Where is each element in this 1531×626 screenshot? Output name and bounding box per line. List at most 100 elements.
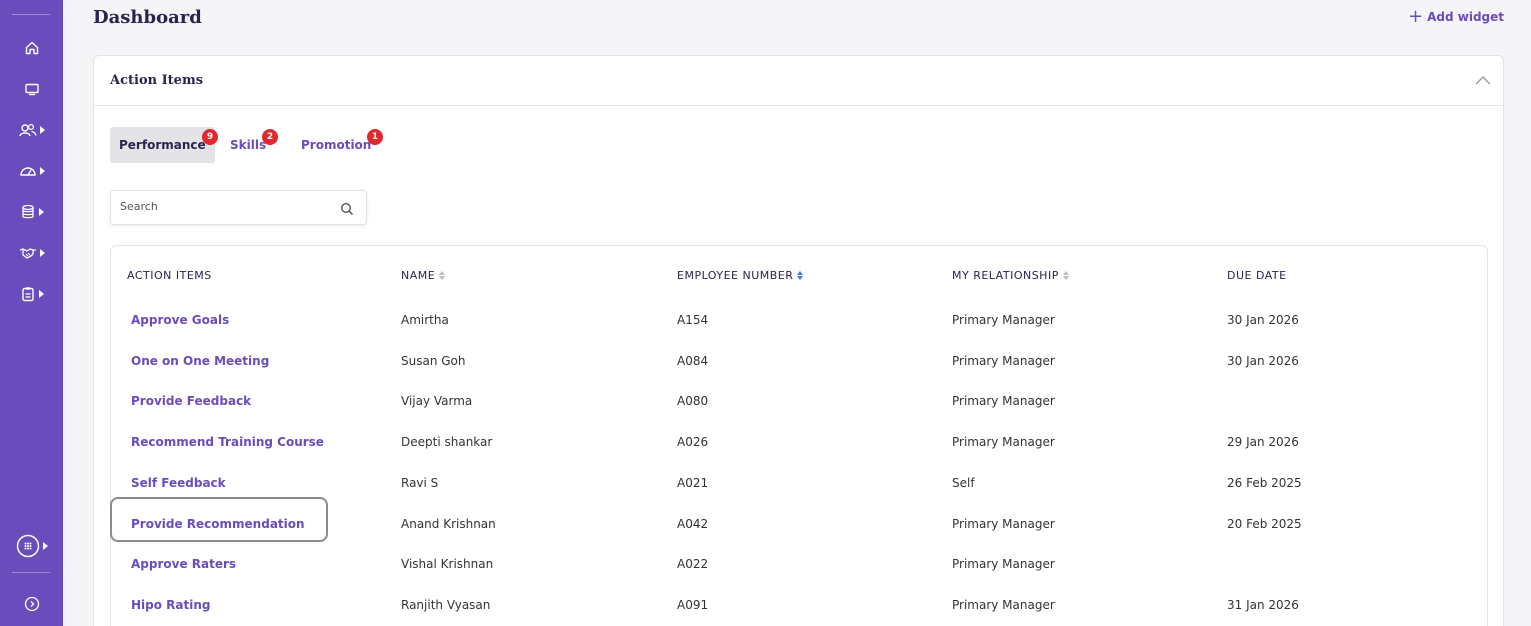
- column-header-label: NAME: [401, 269, 436, 282]
- relationship: Primary Manager: [952, 353, 1055, 368]
- sidebar-item-home[interactable]: [0, 35, 63, 61]
- handshake-icon: [19, 248, 36, 259]
- sidebar-expand-button[interactable]: [0, 591, 63, 617]
- gauge-icon: [19, 167, 36, 176]
- action-items-card: Action Items Performance 9 Skills 2 Prom…: [93, 55, 1504, 626]
- tab-skills[interactable]: Skills 2: [230, 127, 278, 163]
- due-date: 26 Feb 2025: [1227, 475, 1302, 490]
- column-header-label: ACTION ITEMS: [127, 269, 212, 282]
- employee-number: A021: [677, 475, 709, 490]
- table-row: Self Feedback Ravi S A021 Self 26 Feb 2025: [111, 464, 1487, 504]
- employee-name: Susan Goh: [401, 353, 466, 368]
- sidebar-item-records[interactable]: [0, 199, 63, 225]
- card-title: Action Items: [110, 73, 204, 88]
- relationship: Primary Manager: [952, 435, 1055, 450]
- relationship: Primary Manager: [952, 516, 1055, 531]
- employee-name: Ranjith Vyasan: [401, 597, 491, 612]
- add-widget-button[interactable]: + Add widget: [1408, 8, 1504, 26]
- employee-number: A084: [677, 353, 709, 368]
- tab-count-badge: 2: [262, 129, 278, 145]
- sidebar: [0, 0, 63, 626]
- tab-count-badge: 9: [202, 129, 218, 145]
- tab-label: Performance: [119, 138, 206, 152]
- column-header-due-date: DUE DATE: [1227, 269, 1287, 282]
- tab-performance[interactable]: Performance 9: [110, 127, 218, 163]
- caret-right-icon: [38, 290, 44, 298]
- employee-name: Vijay Varma: [401, 394, 473, 409]
- monitor-icon: [24, 83, 39, 96]
- tab-promotion[interactable]: Promotion 1: [301, 127, 383, 163]
- employee-number: A022: [677, 557, 709, 572]
- database-icon: [21, 204, 34, 219]
- action-items-table: ACTION ITEMS NAME EMPLOYEE NUMBER MY REL…: [110, 245, 1488, 626]
- chevron-up-icon[interactable]: [1475, 74, 1491, 86]
- sort-icon[interactable]: [1062, 271, 1069, 280]
- apps-grid-icon: [16, 534, 39, 558]
- action-item-link[interactable]: Provide Feedback: [131, 394, 251, 408]
- employee-number: A042: [677, 516, 709, 531]
- sidebar-divider: [12, 14, 50, 15]
- column-header-label: DUE DATE: [1227, 269, 1287, 282]
- action-item-link[interactable]: Provide Recommendation: [131, 517, 305, 531]
- page-title: Dashboard: [93, 7, 202, 28]
- sidebar-item-team[interactable]: [0, 117, 63, 143]
- table-row: Provide Feedback Vijay Varma A080 Primary M…: [111, 382, 1487, 422]
- employee-number: A091: [677, 597, 709, 612]
- expand-icon: [24, 596, 39, 612]
- employee-name: Anand Krishnan: [401, 516, 496, 531]
- sidebar-item-monitor[interactable]: [0, 76, 63, 102]
- column-header-my-relationship[interactable]: MY RELATIONSHIP: [952, 269, 1069, 282]
- employee-name: Amirtha: [401, 313, 449, 327]
- table-row: One on One Meeting Susan Goh A084 Primary M…: [111, 342, 1487, 382]
- due-date: 29 Jan 2026: [1227, 435, 1299, 450]
- action-item-link[interactable]: Self Feedback: [131, 476, 226, 490]
- sidebar-item-engagement[interactable]: [0, 240, 63, 266]
- sort-icon[interactable]: [797, 271, 804, 280]
- caret-right-icon: [42, 542, 48, 550]
- column-header-employee-number[interactable]: EMPLOYEE NUMBER: [677, 269, 804, 282]
- caret-right-icon: [39, 249, 45, 257]
- search-box: [110, 190, 367, 225]
- caret-right-icon: [39, 126, 45, 134]
- team-icon: [18, 123, 37, 137]
- search-icon[interactable]: [340, 202, 354, 216]
- caret-right-icon: [38, 208, 44, 216]
- column-header-action-items: ACTION ITEMS: [127, 269, 212, 282]
- table-row: Provide Recommendation Anand Krishnan A042…: [111, 505, 1487, 545]
- action-item-link[interactable]: One on One Meeting: [131, 354, 269, 368]
- action-item-link[interactable]: Hipo Rating: [131, 598, 211, 612]
- action-item-link[interactable]: Approve Raters: [131, 557, 236, 571]
- add-widget-label: Add widget: [1427, 10, 1504, 24]
- caret-right-icon: [39, 167, 45, 175]
- tab-label: Skills: [230, 138, 267, 152]
- sidebar-item-tasks[interactable]: [0, 281, 63, 307]
- sidebar-divider: [12, 572, 50, 573]
- action-item-link[interactable]: Recommend Training Course: [131, 435, 324, 449]
- due-date: 31 Jan 2026: [1227, 597, 1299, 612]
- table-row: Approve Goals Amirtha A154 Primary Manager 3…: [111, 301, 1487, 341]
- column-header-label: EMPLOYEE NUMBER: [677, 269, 794, 282]
- action-item-link[interactable]: Approve Goals: [131, 313, 229, 327]
- clipboard-icon: [21, 287, 34, 302]
- table-row: Hipo Rating Ranjith Vyasan A091 Primary Man…: [111, 586, 1487, 626]
- employee-name: Vishal Krishnan: [401, 557, 494, 572]
- relationship: Primary Manager: [952, 597, 1055, 612]
- employee-name: Ravi S: [401, 475, 439, 490]
- due-date: 30 Jan 2026: [1227, 313, 1299, 327]
- tab-label: Promotion: [301, 138, 372, 152]
- due-date: 20 Feb 2025: [1227, 516, 1302, 531]
- relationship: Self: [952, 475, 975, 490]
- column-header-name[interactable]: NAME: [401, 269, 446, 282]
- employee-number: A026: [677, 435, 709, 450]
- sidebar-item-apps[interactable]: [0, 531, 63, 561]
- table-row: Approve Raters Vishal Krishnan A022 Primary…: [111, 545, 1487, 585]
- table-row: Recommend Training Course Deepti shankar A…: [111, 423, 1487, 463]
- search-input[interactable]: [120, 200, 330, 213]
- sort-icon[interactable]: [439, 271, 446, 280]
- sidebar-item-performance[interactable]: [0, 158, 63, 184]
- due-date: 30 Jan 2026: [1227, 353, 1299, 368]
- card-header: Action Items: [94, 56, 1503, 106]
- employee-name: Deepti shankar: [401, 435, 493, 450]
- employee-number: A080: [677, 394, 709, 409]
- tab-count-badge: 1: [367, 129, 383, 145]
